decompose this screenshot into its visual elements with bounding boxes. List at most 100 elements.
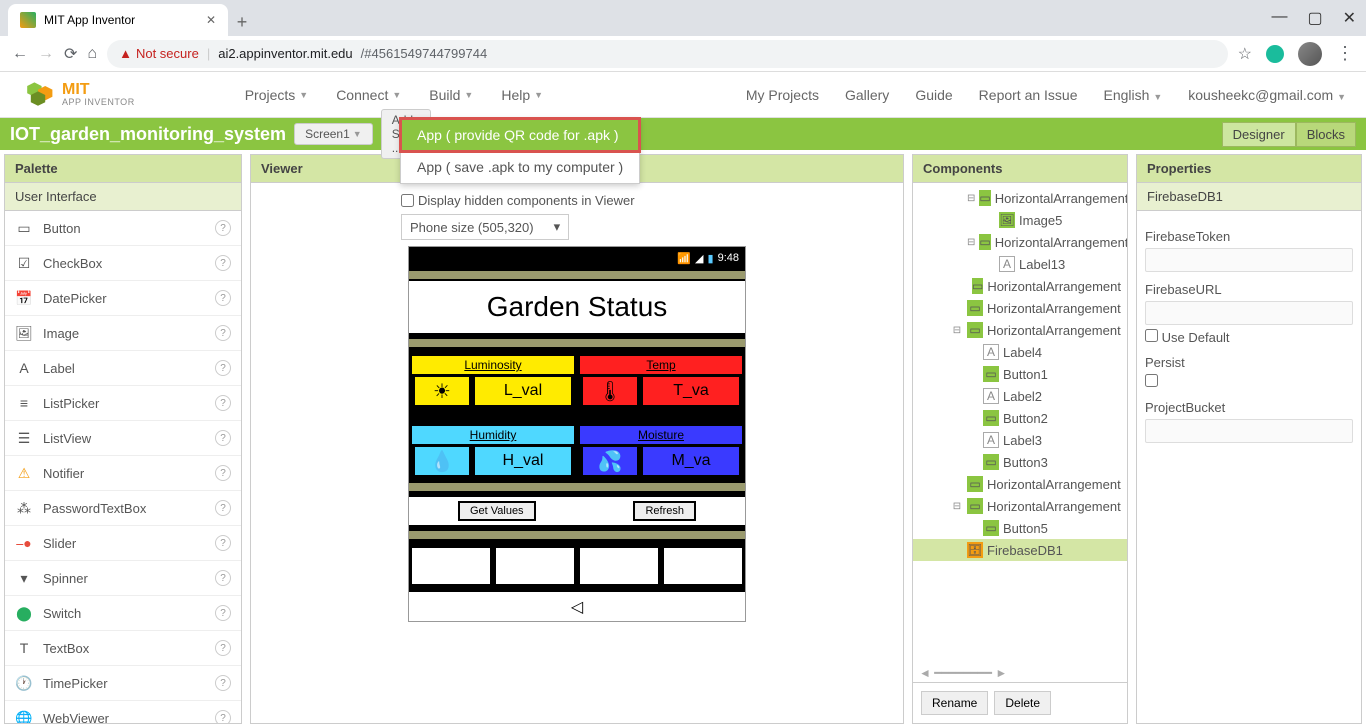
help-icon[interactable]: ? bbox=[215, 465, 231, 481]
palette-item-image[interactable]: 🖼Image? bbox=[5, 316, 241, 351]
horiz-icon: ▭ bbox=[967, 498, 983, 514]
help-icon[interactable]: ? bbox=[215, 290, 231, 306]
component-label13[interactable]: ALabel13 bbox=[913, 253, 1127, 275]
menu-projects[interactable]: Projects▼ bbox=[245, 87, 309, 103]
delete-button[interactable]: Delete bbox=[994, 691, 1051, 715]
app-logo[interactable]: MIT APP INVENTOR bbox=[20, 81, 135, 109]
component-firebasedb1[interactable]: 🗄FirebaseDB1 bbox=[913, 539, 1127, 561]
blocks-button[interactable]: Blocks bbox=[1296, 122, 1356, 147]
persist-checkbox[interactable] bbox=[1145, 374, 1158, 387]
user-dropdown[interactable]: kousheekc@gmail.com ▼ bbox=[1188, 87, 1346, 103]
home-icon[interactable]: ⌂ bbox=[87, 45, 97, 63]
address-bar[interactable]: ▲ Not secure | ai2.appinventor.mit.edu/#… bbox=[107, 40, 1228, 68]
help-icon[interactable]: ? bbox=[215, 710, 231, 723]
component-horizontalarrangement[interactable]: ▭HorizontalArrangement bbox=[913, 297, 1127, 319]
phone-size-dropdown[interactable]: Phone size (505,320)▾ bbox=[401, 214, 569, 240]
palette-item-listpicker[interactable]: ≡ListPicker? bbox=[5, 386, 241, 421]
back-icon[interactable]: ← bbox=[12, 45, 28, 63]
component-label3[interactable]: ALabel3 bbox=[913, 429, 1127, 451]
component-label4[interactable]: ALabel4 bbox=[913, 341, 1127, 363]
language-dropdown[interactable]: English ▼ bbox=[1104, 87, 1163, 103]
datepicker-icon: 📅 bbox=[15, 289, 33, 307]
component-image5[interactable]: 🖼Image5 bbox=[913, 209, 1127, 231]
browser-menu-icon[interactable]: ⋮ bbox=[1336, 43, 1354, 64]
close-window-icon[interactable]: ✕ bbox=[1343, 8, 1356, 28]
firebase-token-input[interactable] bbox=[1145, 248, 1353, 272]
designer-button[interactable]: Designer bbox=[1222, 122, 1296, 147]
screen-dropdown[interactable]: Screen1▼ bbox=[294, 123, 373, 145]
wifi-icon: 📶 bbox=[677, 252, 691, 265]
help-icon[interactable]: ? bbox=[215, 640, 231, 656]
refresh-button[interactable]: Refresh bbox=[633, 501, 696, 521]
get-values-button[interactable]: Get Values bbox=[458, 501, 536, 521]
component-button5[interactable]: ▭Button5 bbox=[913, 517, 1127, 539]
palette-category[interactable]: User Interface bbox=[5, 183, 241, 211]
palette-item-notifier[interactable]: ⚠Notifier? bbox=[5, 456, 241, 491]
browser-tab[interactable]: MIT App Inventor ✕ bbox=[8, 4, 228, 36]
tab-close-icon[interactable]: ✕ bbox=[206, 13, 216, 27]
palette-item-label[interactable]: ALabel? bbox=[5, 351, 241, 386]
menu-connect[interactable]: Connect▼ bbox=[336, 87, 401, 103]
maximize-icon[interactable]: ▢ bbox=[1307, 8, 1322, 28]
palette-item-textbox[interactable]: TTextBox? bbox=[5, 631, 241, 666]
help-icon[interactable]: ? bbox=[215, 220, 231, 236]
component-horizontalarrangement[interactable]: ▭HorizontalArrangement bbox=[913, 473, 1127, 495]
help-icon[interactable]: ? bbox=[215, 570, 231, 586]
horiz-icon: ▭ bbox=[967, 322, 983, 338]
component-horizontalarrangement[interactable]: ⊟▭HorizontalArrangement bbox=[913, 495, 1127, 517]
hidden-components-checkbox[interactable] bbox=[401, 194, 414, 207]
help-icon[interactable]: ? bbox=[215, 535, 231, 551]
palette-item-button[interactable]: ▭Button? bbox=[5, 211, 241, 246]
btn-icon: ▭ bbox=[983, 454, 999, 470]
bookmark-icon[interactable]: ☆ bbox=[1238, 44, 1252, 64]
link-report[interactable]: Report an Issue bbox=[979, 87, 1078, 103]
extension-icon[interactable] bbox=[1266, 45, 1284, 63]
palette-item-checkbox[interactable]: ☑CheckBox? bbox=[5, 246, 241, 281]
help-icon[interactable]: ? bbox=[215, 675, 231, 691]
horiz-icon: ▭ bbox=[967, 300, 983, 316]
new-tab-button[interactable]: + bbox=[228, 8, 256, 36]
firebase-url-input[interactable] bbox=[1145, 301, 1353, 325]
component-horizontalarrangement[interactable]: ⊟▭HorizontalArrangement bbox=[913, 319, 1127, 341]
palette-item-switch[interactable]: ⬤Switch? bbox=[5, 596, 241, 631]
component-horizontalarrangement[interactable]: ⊟▭HorizontalArrangement bbox=[913, 231, 1127, 253]
link-guide[interactable]: Guide bbox=[915, 87, 952, 103]
minimize-icon[interactable]: ― bbox=[1271, 8, 1287, 28]
palette-item-datepicker[interactable]: 📅DatePicker? bbox=[5, 281, 241, 316]
battery-icon: ▮ bbox=[708, 252, 714, 265]
menu-build[interactable]: Build▼ bbox=[429, 87, 473, 103]
help-icon[interactable]: ? bbox=[215, 605, 231, 621]
help-icon[interactable]: ? bbox=[215, 360, 231, 376]
palette-item-timepicker[interactable]: 🕐TimePicker? bbox=[5, 666, 241, 701]
palette-item-passwordtextbox[interactable]: ⁂PasswordTextBox? bbox=[5, 491, 241, 526]
component-button3[interactable]: ▭Button3 bbox=[913, 451, 1127, 473]
help-icon[interactable]: ? bbox=[215, 255, 231, 271]
link-my-projects[interactable]: My Projects bbox=[746, 87, 819, 103]
humidity-icon: 💧 bbox=[412, 444, 472, 478]
help-icon[interactable]: ? bbox=[215, 395, 231, 411]
component-horizontalarrangement[interactable]: ▭HorizontalArrangement bbox=[913, 275, 1127, 297]
not-secure-warning: ▲ Not secure bbox=[119, 46, 199, 61]
forward-icon[interactable]: → bbox=[38, 45, 54, 63]
palette-item-spinner[interactable]: ▾Spinner? bbox=[5, 561, 241, 596]
help-icon[interactable]: ? bbox=[215, 325, 231, 341]
build-save-option[interactable]: App ( save .apk to my computer ) bbox=[401, 151, 639, 183]
help-icon[interactable]: ? bbox=[215, 430, 231, 446]
component-label2[interactable]: ALabel2 bbox=[913, 385, 1127, 407]
palette-item-listview[interactable]: ☰ListView? bbox=[5, 421, 241, 456]
palette-item-slider[interactable]: ⎯●Slider? bbox=[5, 526, 241, 561]
project-bucket-input[interactable] bbox=[1145, 419, 1353, 443]
reload-icon[interactable]: ⟳ bbox=[64, 44, 77, 64]
build-qr-option[interactable]: App ( provide QR code for .apk ) bbox=[401, 119, 639, 151]
rename-button[interactable]: Rename bbox=[921, 691, 988, 715]
use-default-checkbox[interactable] bbox=[1145, 329, 1158, 342]
component-button1[interactable]: ▭Button1 bbox=[913, 363, 1127, 385]
link-gallery[interactable]: Gallery bbox=[845, 87, 889, 103]
help-icon[interactable]: ? bbox=[215, 500, 231, 516]
menu-help[interactable]: Help▼ bbox=[501, 87, 543, 103]
component-button2[interactable]: ▭Button2 bbox=[913, 407, 1127, 429]
palette-item-webviewer[interactable]: 🌐WebViewer? bbox=[5, 701, 241, 723]
component-horizontalarrangement[interactable]: ⊟▭HorizontalArrangement bbox=[913, 187, 1127, 209]
profile-avatar[interactable] bbox=[1298, 42, 1322, 66]
tab-title: MIT App Inventor bbox=[44, 13, 135, 27]
